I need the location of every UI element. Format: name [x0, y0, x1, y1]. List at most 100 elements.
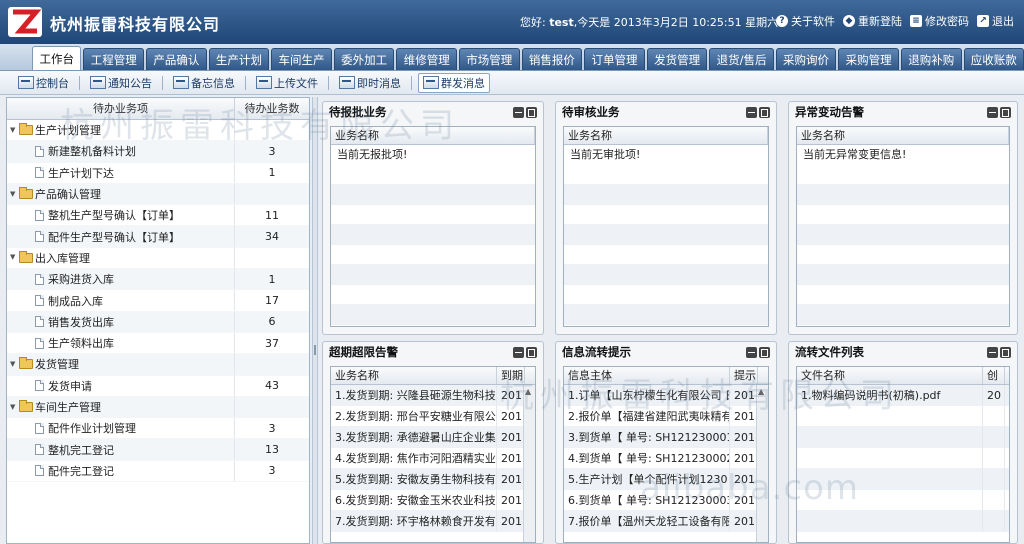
tab-4[interactable]: 车间生产 [271, 48, 332, 70]
expand-icon[interactable]: ▼ [10, 126, 17, 134]
tab-1[interactable]: 工程管理 [83, 48, 145, 70]
about-link[interactable]: ? 关于软件 [776, 13, 835, 29]
tree-group[interactable]: ▼ 产品确认管理 [7, 183, 309, 206]
toolbar-button-0[interactable]: 控制台 [14, 73, 73, 93]
todo-item-column-header[interactable]: 待办业务项 [7, 98, 235, 119]
tab-10[interactable]: 发货管理 [646, 48, 708, 70]
minimize-icon[interactable] [513, 106, 524, 118]
toolbar-button-5[interactable]: 群发消息 [418, 72, 490, 93]
grid-row[interactable]: 2.发货到期: 邢台平安糖业有限公司 201 [331, 406, 535, 427]
tab-13[interactable]: 采购管理 [838, 48, 899, 70]
minimize-icon[interactable] [513, 346, 524, 358]
panel-splitter[interactable] [312, 97, 318, 544]
maximize-icon[interactable] [526, 106, 537, 118]
tab-3[interactable]: 生产计划 [208, 48, 270, 70]
grid-row[interactable]: 6.发货到期: 安徽金玉米农业科技开 201 [331, 490, 535, 511]
toolbar-button-2[interactable]: 备忘信息 [169, 73, 239, 93]
toolbar-button-3[interactable]: 上传文件 [252, 73, 322, 93]
grid-row[interactable]: 6.到货单【 单号: SH121230003】 201 [564, 490, 768, 511]
minimize-icon[interactable] [987, 106, 998, 118]
column-header[interactable]: 文件名称 [797, 367, 983, 384]
tree-item[interactable]: 整机完工登记 13 [7, 439, 309, 461]
tree-item[interactable]: 发货申请 43 [7, 375, 309, 397]
maximize-icon[interactable] [759, 106, 770, 118]
grid-row[interactable]: 1.物料编码说明书(初稿).pdf 20 [797, 385, 1009, 406]
tab-6[interactable]: 维修管理 [396, 48, 457, 70]
grid-row[interactable] [797, 490, 1009, 511]
grid-row[interactable]: 4.到货单【 单号: SH121230002】 201 [564, 448, 768, 469]
tab-7[interactable]: 市场管理 [459, 48, 520, 70]
panel-title: 超期超限告警 [329, 345, 398, 359]
grid-row[interactable]: 7.报价单【温州天龙轻工设备有限公 201 [564, 511, 768, 532]
grid-row[interactable] [797, 511, 1009, 532]
tree-item[interactable]: 配件作业计划管理 3 [7, 418, 309, 440]
grid-row[interactable] [797, 469, 1009, 490]
tab-14[interactable]: 退购补购 [900, 48, 962, 70]
minimize-icon[interactable] [746, 106, 757, 118]
minimize-icon[interactable] [746, 346, 757, 358]
grid-row[interactable]: 1.发货到期: 兴隆县砸源生物科技开 201 [331, 385, 535, 406]
tree-item[interactable]: 生产领料出库 37 [7, 332, 309, 355]
column-header[interactable]: 到期 [497, 367, 525, 384]
toolbar-button-1[interactable]: 通知公告 [86, 73, 156, 93]
tree-item[interactable]: 配件完工登记 3 [7, 460, 309, 483]
todo-count: 3 [268, 421, 276, 435]
grid-row[interactable]: 7.发货到期: 环宇格林赖食开发有限 201 [331, 511, 535, 532]
grid-row[interactable] [797, 448, 1009, 469]
grid-cell [797, 490, 983, 510]
tab-5[interactable]: 委外加工 [333, 48, 395, 70]
tab-0[interactable]: 工作台 [32, 46, 82, 70]
column-header[interactable]: 业务名称 [564, 127, 768, 144]
vertical-scrollbar[interactable] [756, 385, 768, 542]
tab-12[interactable]: 采购询价 [775, 48, 837, 70]
expand-icon[interactable]: ▼ [10, 403, 17, 411]
tree-group[interactable]: ▼ 车间生产管理 [7, 396, 309, 419]
maximize-icon[interactable] [526, 346, 537, 358]
maximize-icon[interactable] [759, 346, 770, 358]
tree-item[interactable]: 制成品入库 17 [7, 290, 309, 312]
maximize-icon[interactable] [1000, 106, 1011, 118]
tree-label: 销售发货出库 [48, 315, 114, 329]
expand-icon[interactable]: ▼ [10, 190, 17, 198]
column-header[interactable]: 业务名称 [331, 367, 497, 384]
maximize-icon[interactable] [1000, 346, 1011, 358]
todo-count-column-header[interactable]: 待办业务数 [235, 98, 309, 119]
tree-group[interactable]: ▼ 出入库管理 [7, 247, 309, 270]
tab-9[interactable]: 订单管理 [584, 48, 645, 70]
change-password-link[interactable]: ≡ 修改密码 [910, 13, 969, 29]
tree-item[interactable]: 销售发货出库 6 [7, 311, 309, 333]
column-header[interactable]: 创 [983, 367, 1005, 384]
column-header[interactable]: 业务名称 [797, 127, 1009, 144]
tab-15[interactable]: 应收账款 [963, 48, 1024, 70]
tab-11[interactable]: 退货/售后 [709, 48, 774, 70]
grid-row[interactable]: 1.订单【山东柠檬生化有限公司 日期 201 [564, 385, 768, 406]
grid-row[interactable] [797, 427, 1009, 448]
tree-item[interactable]: 配件生产型号确认【订单】 34 [7, 226, 309, 248]
tree-item[interactable]: 新建整机备料计划 3 [7, 141, 309, 163]
expand-icon[interactable]: ▼ [10, 254, 17, 261]
relogin-link[interactable]: ◆ 重新登陆 [843, 13, 902, 29]
column-header[interactable]: 提示 [730, 367, 758, 384]
vertical-scrollbar[interactable] [523, 385, 535, 542]
tree-group[interactable]: ▼ 生产计划管理 [7, 120, 309, 142]
grid-row[interactable]: 4.发货到期: 焦作市河阳酒精实业有 201 [331, 448, 535, 469]
tree-item[interactable]: 整机生产型号确认【订单】 11 [7, 205, 309, 227]
expand-icon[interactable]: ▼ [10, 360, 17, 368]
grid-row[interactable]: 3.发货到期: 承德避暑山庄企业集团 201 [331, 427, 535, 448]
toolbar-button-label: 通知公告 [108, 76, 152, 90]
grid-row[interactable]: 3.到货单【 单号: SH121230001】 201 [564, 427, 768, 448]
column-header[interactable]: 信息主体 [564, 367, 730, 384]
tab-8[interactable]: 销售报价 [521, 48, 583, 70]
toolbar-button-4[interactable]: 即时消息 [335, 73, 405, 93]
grid-row[interactable]: 5.发货到期: 安徽友勇生物科技有限 201 [331, 469, 535, 490]
minimize-icon[interactable] [987, 346, 998, 358]
tree-item[interactable]: 采购进货入库 1 [7, 269, 309, 291]
grid-row[interactable]: 2.报价单【福建省建阳武夷味精有限 201 [564, 406, 768, 427]
tree-item[interactable]: 生产计划下达 1 [7, 162, 309, 184]
logout-link[interactable]: ↗ 退出 [977, 13, 1014, 29]
grid-row[interactable]: 5.生产计划【单个配件计划1230 日期201 [564, 469, 768, 490]
column-header[interactable]: 业务名称 [331, 127, 535, 144]
tab-2[interactable]: 产品确认 [146, 48, 207, 70]
tree-group[interactable]: ▼ 发货管理 [7, 354, 309, 376]
grid-row[interactable] [797, 406, 1009, 427]
